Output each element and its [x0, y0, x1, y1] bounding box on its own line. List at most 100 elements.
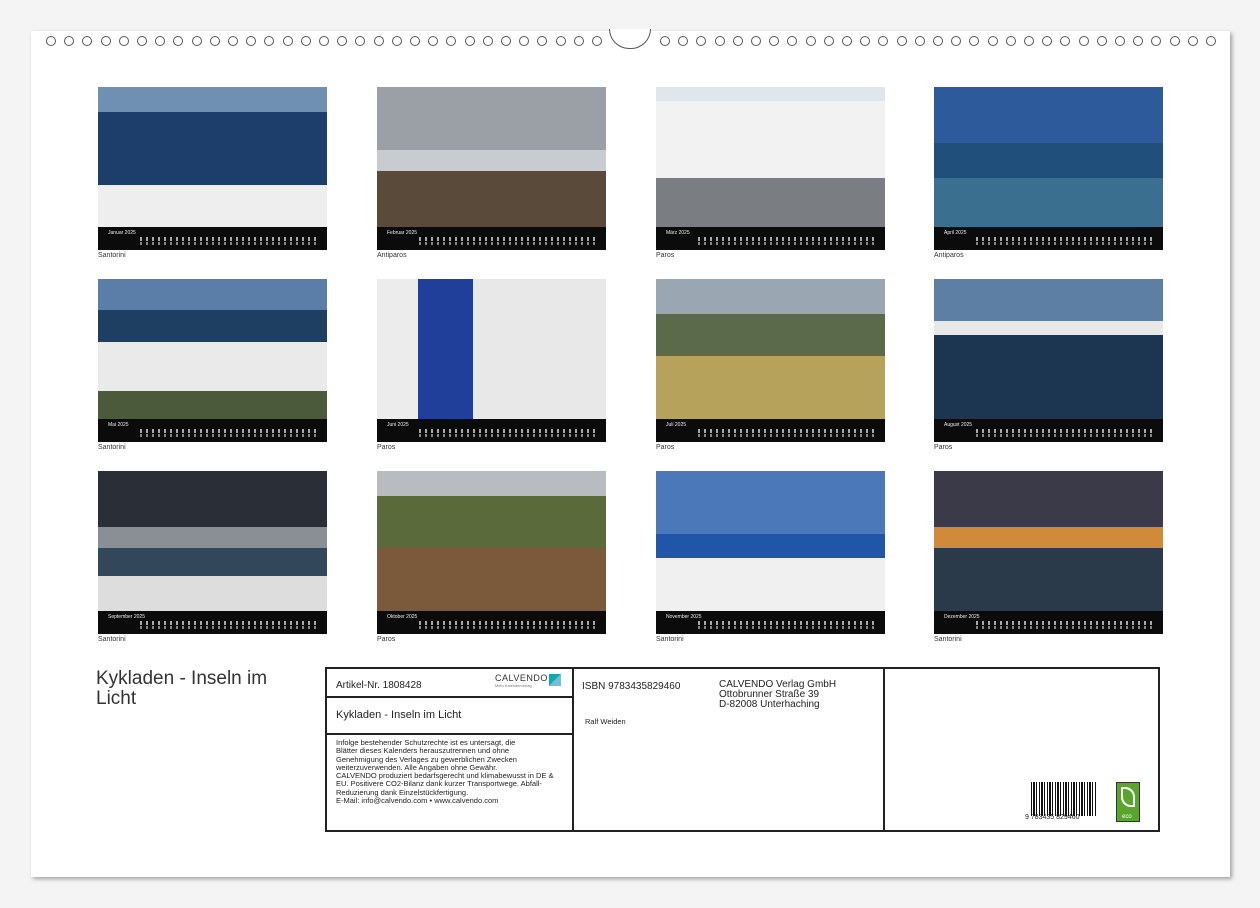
binding-ring	[337, 36, 348, 46]
binding-ring	[1151, 36, 1162, 46]
binding-ring	[787, 36, 798, 46]
binding-ring	[842, 36, 852, 46]
spiral-binding	[31, 29, 1230, 51]
calvendo-logo: CALVENDO Mein Kalenderverlag	[495, 673, 563, 691]
month-calendar-strip: Juli 2025	[656, 419, 885, 442]
hanger-notch	[609, 29, 651, 49]
month-label: April 2025	[944, 230, 967, 236]
binding-ring	[428, 36, 439, 46]
photo-caption: Paros	[377, 636, 396, 643]
day-number-row	[976, 434, 1156, 437]
binding-ring	[878, 36, 889, 46]
divider	[883, 669, 885, 830]
photo-caption: Santorini	[98, 636, 126, 643]
month-photo	[377, 471, 606, 611]
author: Ralf Weiden	[585, 717, 626, 726]
binding-ring	[282, 36, 293, 46]
month-label: Februar 2025	[387, 230, 418, 236]
day-number-row	[976, 626, 1156, 629]
photo-caption: Antiparos	[934, 252, 964, 259]
photo-caption: Paros	[656, 444, 675, 451]
month-calendar-strip: Februar 2025	[377, 227, 606, 250]
month-page: Juli 2025 Paros	[656, 279, 885, 451]
month-page: April 2025 Antiparos	[934, 87, 1163, 259]
day-number-row	[976, 242, 1156, 245]
binding-ring	[1169, 36, 1180, 46]
month-calendar-strip: April 2025	[934, 227, 1163, 250]
binding-ring	[264, 36, 275, 46]
barcode-number: 9 783435 829460	[1025, 814, 1080, 821]
binding-ring	[573, 36, 584, 46]
binding-ring	[246, 36, 257, 46]
binding-ring	[1206, 36, 1216, 46]
binding-ring	[300, 36, 311, 46]
weekday-row	[140, 237, 320, 241]
month-page: Mai 2025 Santorini	[98, 279, 327, 451]
month-photo	[934, 279, 1163, 419]
weekday-row	[140, 621, 320, 625]
weekday-row	[419, 237, 599, 241]
photo-caption: Santorini	[98, 252, 126, 259]
month-page: November 2025 Santorini	[656, 471, 885, 643]
legal-notice: Infolge bestehender Schutzrechte ist es …	[336, 738, 571, 806]
binding-ring	[1115, 36, 1125, 46]
info-box: Artikel-Nr. 1808428 CALVENDO Mein Kalend…	[325, 667, 1160, 832]
binding-ring	[82, 36, 93, 46]
month-photo	[377, 87, 606, 227]
binding-ring	[751, 36, 761, 46]
binding-ring	[391, 36, 402, 46]
weekday-row	[140, 429, 320, 433]
month-label: August 2025	[944, 422, 973, 428]
day-number-row	[140, 434, 320, 437]
divider	[572, 669, 574, 830]
month-calendar-strip: September 2025	[98, 611, 327, 634]
binding-ring	[137, 36, 147, 46]
binding-ring	[660, 36, 670, 46]
binding-ring	[896, 36, 907, 46]
publisher-address: CALVENDO Verlag GmbH Ottobrunner Straße …	[719, 679, 837, 710]
month-label: März 2025	[666, 230, 690, 236]
binding-ring	[933, 36, 943, 46]
month-photo	[98, 279, 327, 419]
binding-ring	[228, 36, 238, 46]
binding-ring	[155, 36, 166, 46]
month-label: Juli 2025	[666, 422, 687, 428]
binding-ring	[501, 36, 511, 46]
photo-caption: Santorini	[934, 636, 962, 643]
month-calendar-strip: Mai 2025	[98, 419, 327, 442]
month-label: September 2025	[108, 614, 145, 620]
weekday-row	[698, 237, 878, 241]
binding-ring	[1005, 36, 1016, 46]
binding-ring	[537, 36, 548, 46]
binding-ring	[319, 36, 329, 46]
month-page: September 2025 Santorini	[98, 471, 327, 643]
day-number-row	[140, 242, 320, 245]
logo-mark-icon	[549, 674, 561, 686]
legal-line: E-Mail: info@calvendo.com • www.calvendo…	[336, 796, 499, 806]
month-photo	[98, 471, 327, 611]
day-number-row	[698, 626, 878, 629]
barcode	[1031, 782, 1097, 816]
month-page: Dezember 2025 Santorini	[934, 471, 1163, 643]
binding-ring	[1133, 36, 1144, 46]
day-number-row	[419, 626, 599, 629]
binding-ring	[373, 36, 384, 46]
binding-ring	[1024, 36, 1034, 46]
month-page: August 2025 Paros	[934, 279, 1163, 451]
weekday-row	[698, 621, 878, 625]
binding-ring	[1096, 36, 1107, 46]
binding-ring	[987, 36, 998, 46]
article-number: Artikel-Nr. 1808428	[336, 680, 422, 691]
month-photo	[656, 87, 885, 227]
binding-ring	[191, 36, 202, 46]
month-calendar-strip: Dezember 2025	[934, 611, 1163, 634]
binding-ring	[482, 36, 493, 46]
binding-ring	[555, 36, 566, 46]
binding-ring	[714, 36, 725, 46]
binding-ring	[1187, 36, 1198, 46]
month-calendar-strip: Oktober 2025	[377, 611, 606, 634]
photo-caption: Paros	[377, 444, 396, 451]
month-photo	[656, 471, 885, 611]
photo-caption: Santorini	[656, 636, 684, 643]
binding-ring	[464, 36, 475, 46]
